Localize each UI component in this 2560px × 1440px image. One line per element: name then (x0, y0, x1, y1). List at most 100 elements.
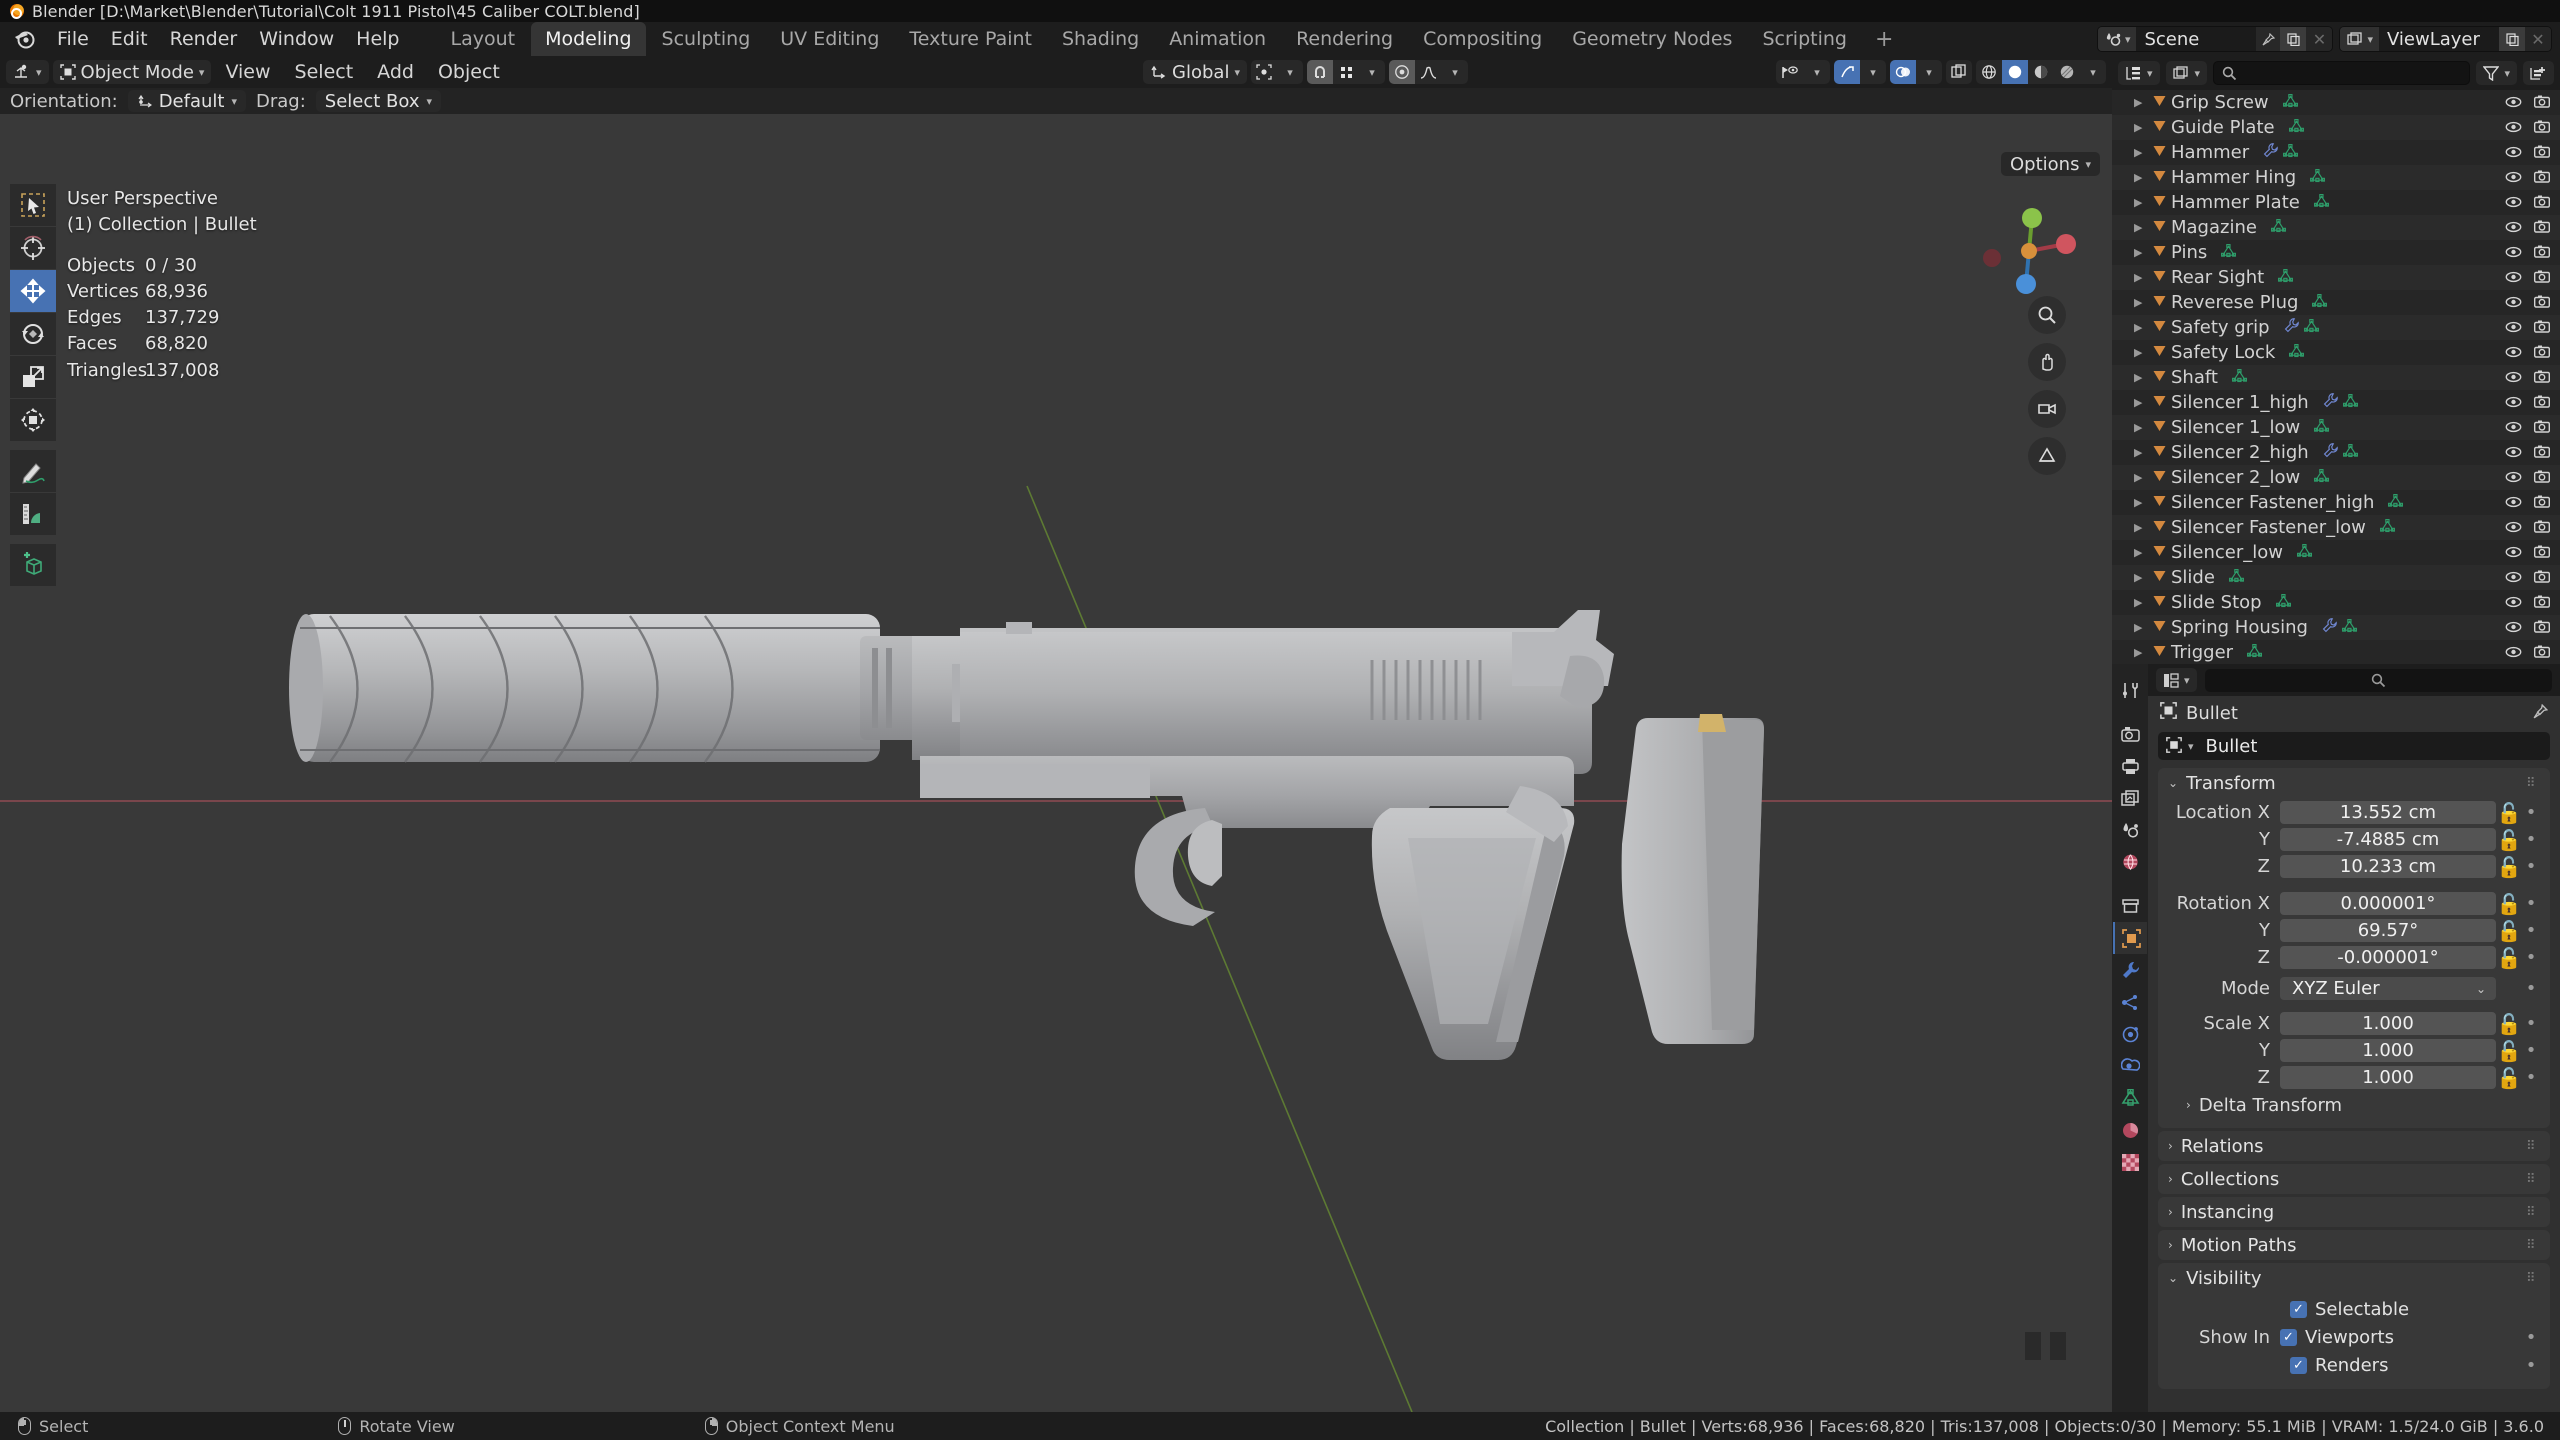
disable-in-renders-icon[interactable] (2533, 592, 2551, 613)
animate-rotation-mode-icon[interactable]: • (2522, 978, 2540, 999)
selectable-checkbox[interactable]: ✓ (2290, 1300, 2307, 1318)
pin-scene-icon[interactable] (2256, 27, 2280, 51)
proportional-editing-icon[interactable] (1389, 60, 1415, 84)
tab-texture-paint[interactable]: Texture Paint (895, 22, 1046, 56)
rotation-y-field[interactable]: 69.57° (2280, 919, 2496, 942)
renders-checkbox[interactable]: ✓ (2290, 1356, 2307, 1374)
hide-in-viewport-icon[interactable] (2505, 242, 2522, 263)
rendered-shading-icon[interactable] (2054, 60, 2080, 84)
rotation-mode-dropdown[interactable]: XYZ Euler ⌄ (2280, 977, 2496, 1000)
toggle-orthographic-icon[interactable] (2028, 437, 2066, 475)
tab-object-data-properties[interactable] (2113, 1082, 2147, 1114)
motion-paths-panel[interactable]: › Motion Paths ⠿ (2158, 1230, 2550, 1260)
visibility-panel-header[interactable]: ⌄ Visibility ⠿ (2158, 1263, 2550, 1293)
tab-view-layer-properties[interactable] (2113, 782, 2147, 814)
modifier-icon[interactable] (2323, 392, 2338, 413)
disable-in-renders-icon[interactable] (2533, 642, 2551, 663)
transform-tool[interactable] (10, 399, 56, 441)
tab-animation[interactable]: Animation (1155, 22, 1280, 56)
mesh-data-icon[interactable] (2289, 342, 2305, 363)
lock-rotation-y-icon[interactable]: 🔓 (2496, 919, 2522, 943)
3d-viewport[interactable]: ▾ Object Mode ▾ View Select Add Object G… (0, 56, 2112, 1412)
disable-in-renders-icon[interactable] (2533, 242, 2551, 263)
rotate-tool[interactable] (10, 313, 56, 355)
gizmo-icon[interactable] (1834, 60, 1860, 84)
outliner-item-silencer-2-low[interactable]: ▶ Silencer 2_low (2112, 465, 2560, 490)
animate-rotation-x-icon[interactable]: • (2522, 893, 2540, 914)
shading-caret-icon[interactable]: ▾ (2080, 60, 2106, 84)
viewport-menu-object[interactable]: Object (428, 58, 510, 86)
snap-caret-icon[interactable]: ▾ (1359, 60, 1385, 84)
hide-in-viewport-icon[interactable] (2505, 617, 2522, 638)
menu-edit[interactable]: Edit (100, 24, 159, 54)
outliner-list[interactable]: ▶ Grip Screw ▶ Guide Plate ▶ Hammer ▶ Hammer Hi… (2112, 90, 2560, 664)
viewport-menu-add[interactable]: Add (367, 58, 424, 86)
lock-rotation-z-icon[interactable]: 🔓 (2496, 946, 2522, 970)
disable-in-renders-icon[interactable] (2533, 442, 2551, 463)
modifier-icon[interactable] (2263, 142, 2278, 163)
disable-in-renders-icon[interactable] (2533, 542, 2551, 563)
falloff-icon[interactable] (1415, 60, 1442, 84)
disable-in-renders-icon[interactable] (2533, 517, 2551, 538)
delta-transform-subpanel[interactable]: › Delta Transform (2168, 1092, 2540, 1118)
outliner-search-input[interactable] (2213, 61, 2471, 85)
tab-output-properties[interactable] (2113, 750, 2147, 782)
mesh-data-icon[interactable] (2379, 517, 2395, 538)
tab-world-properties[interactable] (2113, 846, 2147, 878)
xray-icon[interactable] (1946, 60, 1972, 84)
gizmo-toggle-group[interactable]: ▾ (1834, 60, 1886, 84)
add-cube-tool[interactable] (10, 544, 56, 586)
drag-dropdown[interactable]: Select Box ▾ (315, 90, 442, 112)
mesh-data-icon[interactable] (2231, 367, 2247, 388)
outliner-filter-icon[interactable]: ▾ (2476, 61, 2517, 85)
mesh-data-icon[interactable] (2342, 392, 2358, 413)
disclosure-triangle-icon[interactable]: ▶ (2134, 446, 2152, 459)
mesh-data-icon[interactable] (2303, 317, 2319, 338)
hide-in-viewport-icon[interactable] (2505, 417, 2522, 438)
location-y-field[interactable]: -7.4885 cm (2280, 828, 2496, 851)
pivot-caret-icon[interactable]: ▾ (1277, 60, 1303, 84)
disclosure-triangle-icon[interactable]: ▶ (2134, 646, 2152, 659)
disclosure-triangle-icon[interactable]: ▶ (2134, 596, 2152, 609)
snapping-group[interactable]: ▾ (1307, 60, 1385, 84)
disable-in-renders-icon[interactable] (2533, 317, 2551, 338)
outliner-item-silencer-low[interactable]: ▶ Silencer_low (2112, 540, 2560, 565)
outliner-item-slide-stop[interactable]: ▶ Slide Stop (2112, 590, 2560, 615)
mesh-data-icon[interactable] (2270, 217, 2286, 238)
hide-in-viewport-icon[interactable] (2505, 492, 2522, 513)
outliner-new-collection-icon[interactable] (2523, 61, 2554, 85)
location-z-field[interactable]: 10.233 cm (2280, 855, 2496, 878)
overlays-caret-icon[interactable]: ▾ (1916, 60, 1942, 84)
animate-location-z-icon[interactable]: • (2522, 856, 2540, 877)
animate-rotation-y-icon[interactable]: • (2522, 920, 2540, 941)
outliner-item-hammer[interactable]: ▶ Hammer (2112, 140, 2560, 165)
lock-location-x-icon[interactable]: 🔓 (2496, 801, 2522, 825)
outliner-item-shaft[interactable]: ▶ Shaft (2112, 365, 2560, 390)
outliner-item-silencer-1-high[interactable]: ▶ Silencer 1_high (2112, 390, 2560, 415)
object-id-name[interactable]: Bullet (2206, 736, 2258, 757)
hide-in-viewport-icon[interactable] (2505, 267, 2522, 288)
lock-scale-x-icon[interactable]: 🔓 (2496, 1012, 2522, 1036)
animate-rotation-z-icon[interactable]: • (2522, 947, 2540, 968)
disable-in-renders-icon[interactable] (2533, 117, 2551, 138)
disable-in-renders-icon[interactable] (2533, 567, 2551, 588)
animate-viewports-icon[interactable]: • (2522, 1327, 2540, 1348)
scene-selector[interactable]: ▾ Scene ✕ (2096, 26, 2334, 52)
mesh-data-icon[interactable] (2314, 417, 2330, 438)
tab-uv-editing[interactable]: UV Editing (766, 22, 893, 56)
hide-in-viewport-icon[interactable] (2505, 592, 2522, 613)
tab-texture-properties[interactable] (2113, 1146, 2147, 1178)
disclosure-triangle-icon[interactable]: ▶ (2134, 421, 2152, 434)
mesh-data-icon[interactable] (2275, 592, 2291, 613)
viewlayer-name[interactable]: ViewLayer (2379, 27, 2499, 51)
relations-panel[interactable]: › Relations ⠿ (2158, 1131, 2550, 1161)
mesh-data-icon[interactable] (2228, 567, 2244, 588)
tab-collection-properties[interactable] (2113, 890, 2147, 922)
outliner-editor-type-icon[interactable]: ▾ (2118, 61, 2160, 85)
disclosure-triangle-icon[interactable]: ▶ (2134, 496, 2152, 509)
mesh-data-icon[interactable] (2221, 242, 2237, 263)
tab-tool-properties[interactable] (2113, 674, 2147, 706)
tab-particle-properties[interactable] (2113, 986, 2147, 1018)
disable-in-renders-icon[interactable] (2533, 192, 2551, 213)
modifier-icon[interactable] (2323, 442, 2338, 463)
